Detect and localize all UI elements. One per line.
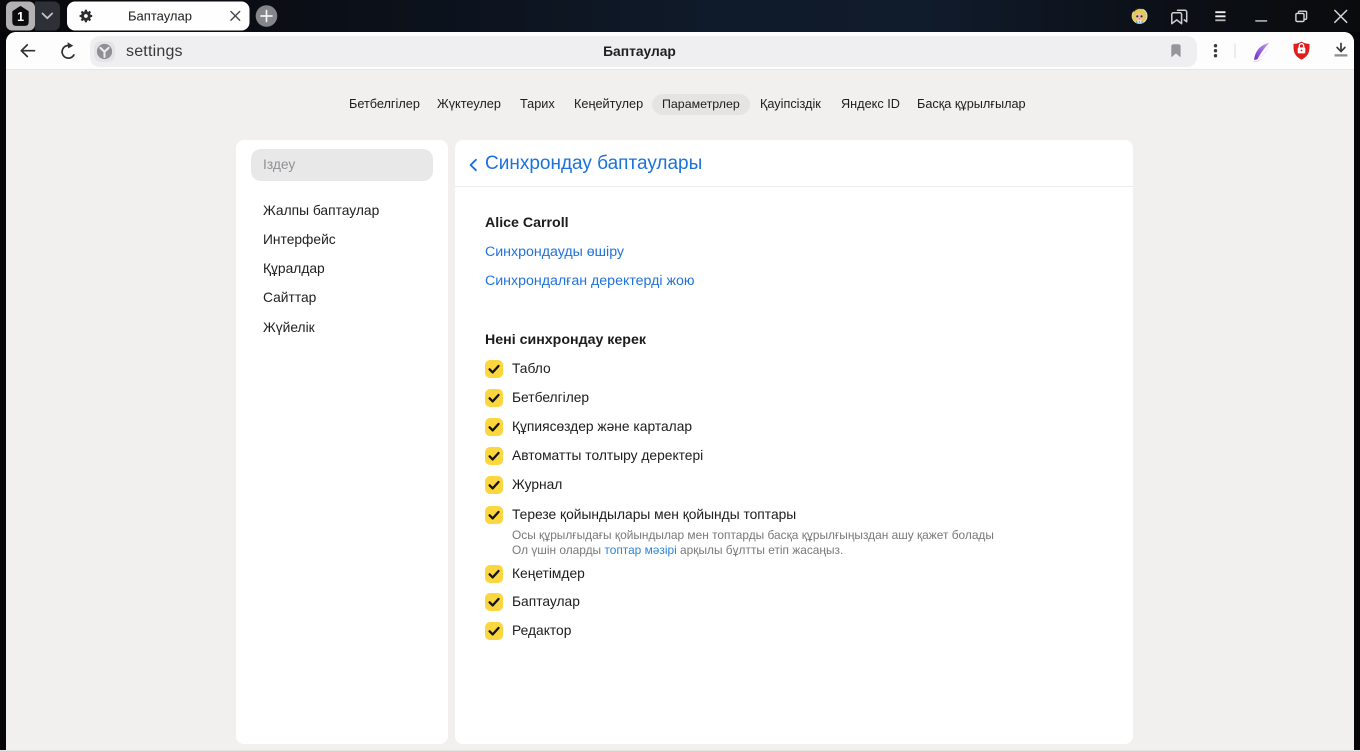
svg-text:1: 1 (17, 10, 24, 24)
svg-text:Баптаулар: Баптаулар (128, 9, 192, 24)
